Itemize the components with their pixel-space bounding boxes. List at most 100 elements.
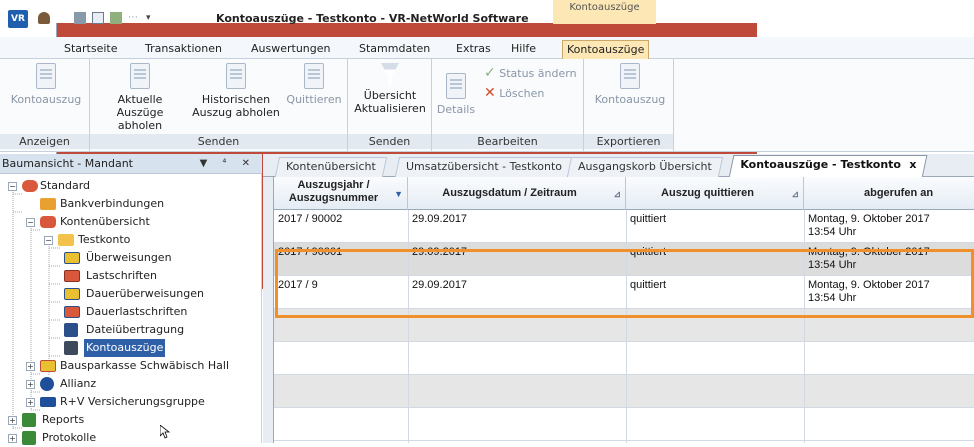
cell-abgerufen-date: Montag, 9. Oktober 2017 xyxy=(808,213,930,225)
tab-ausgangskorb[interactable]: Ausgangskorb Übersicht xyxy=(566,157,723,177)
bank-icon xyxy=(40,198,56,210)
statements-table: Auszugsjahr / Auszugsnummer ▼ Auszugsdatu… xyxy=(273,177,974,443)
kontoauszug-anzeigen-button[interactable]: Kontoauszug xyxy=(6,63,86,106)
column-separator xyxy=(804,210,805,443)
cell-nummer: 2017 / 90001 xyxy=(278,246,343,258)
sort-descending-icon[interactable]: ▼ xyxy=(394,189,403,199)
expand-icon[interactable]: + xyxy=(8,434,17,443)
app-logo-icon[interactable]: VR xyxy=(8,10,28,28)
menu-bar: Startseite Transaktionen Auswertungen St… xyxy=(0,37,974,59)
tree-item-label: Überweisungen xyxy=(86,251,172,264)
expand-icon[interactable]: + xyxy=(26,362,35,371)
column-header-auszugsdatum[interactable]: Auszugsdatum / Zeitraum ⊿ xyxy=(408,177,626,210)
tree-pane: Baumansicht - Mandant ▼ ⁴ ✕ − Standard B… xyxy=(0,154,262,445)
tab-startseite[interactable]: Startseite xyxy=(64,40,118,59)
cell-datum: 29.09.2017 xyxy=(412,246,468,258)
user-icon[interactable] xyxy=(38,12,50,24)
cell-abgerufen: Montag, 9. Oktober 2017 13:54 Uhr xyxy=(808,213,930,239)
ribbon-group-label: Bearbeiten xyxy=(432,134,583,149)
filter-icon[interactable]: ⊿ xyxy=(613,189,621,200)
tab-label: Kontenübersicht xyxy=(286,160,376,173)
standing-debit-icon xyxy=(64,306,80,318)
document-download-icon xyxy=(130,63,150,89)
tab-transaktionen[interactable]: Transaktionen xyxy=(145,40,222,59)
collapse-icon[interactable]: − xyxy=(44,236,53,245)
tree-item-label: Kontoauszüge xyxy=(84,339,166,357)
cell-abgerufen-time: 13:54 Uhr xyxy=(808,292,857,304)
tree-item-label: Kontenübersicht xyxy=(60,215,150,228)
filter-icon[interactable]: ⊿ xyxy=(791,189,799,200)
tab-extras[interactable]: Extras xyxy=(456,40,491,59)
ribbon-group-label: Senden xyxy=(348,134,431,149)
historische-label-1: Historischen xyxy=(201,93,271,106)
delete-icon: ✕ xyxy=(484,85,496,101)
aktuelle-auszuege-abholen-button[interactable]: Aktuelle Auszüge abholen xyxy=(94,63,186,132)
print-icon[interactable] xyxy=(74,12,86,24)
folder-icon xyxy=(58,234,74,246)
loeschen-label: Löschen xyxy=(499,87,545,100)
empty-table-row xyxy=(274,408,974,441)
collapse-icon[interactable]: − xyxy=(26,218,35,227)
tree-item-label: Testkonto xyxy=(78,233,131,246)
tree-item-label: Bausparkasse Schwäbisch Hall xyxy=(60,359,230,372)
column-header-abgerufen-an[interactable]: abgerufen an xyxy=(804,177,974,210)
expand-icon[interactable]: + xyxy=(26,380,35,389)
quick-access-dropdown-icon[interactable]: ▾ xyxy=(146,12,154,24)
statement-icon xyxy=(64,341,78,355)
tree-item-label: Dauerüberweisungen xyxy=(86,287,204,300)
tab-kontoauszuege[interactable]: Kontoauszüge xyxy=(562,40,650,59)
quittieren-button[interactable]: Quittieren xyxy=(284,63,344,106)
empty-table-row xyxy=(274,342,974,375)
column-separator xyxy=(408,210,409,443)
column-header-label: Auszugsjahr / xyxy=(297,179,370,191)
tree-item-label: Dauerlastschriften xyxy=(86,305,188,318)
cell-abgerufen-date: Montag, 9. Oktober 2017 xyxy=(808,246,930,258)
cell-datum: 29.09.2017 xyxy=(412,213,468,225)
collapse-icon[interactable]: − xyxy=(8,182,17,191)
tab-auswertungen[interactable]: Auswertungen xyxy=(251,40,331,59)
quittieren-label: Quittieren xyxy=(286,93,342,106)
tree-item-label: Standard xyxy=(40,179,91,192)
kontoauszug-exportieren-button[interactable]: Kontoauszug xyxy=(590,63,670,106)
column-header-auszugsnummer[interactable]: Auszugsjahr / Auszugsnummer ▼ xyxy=(274,177,408,210)
ribbon-group-senden: Aktuelle Auszüge abholen Historischen Au… xyxy=(90,59,348,151)
filter-icon xyxy=(381,63,399,85)
column-header-label: abgerufen an xyxy=(864,187,934,199)
cell-datum: 29.09.2017 xyxy=(412,279,468,291)
cell-abgerufen-time: 13:54 Uhr xyxy=(808,226,857,238)
ribbon-group-exportieren: Kontoauszug Exportieren xyxy=(584,59,674,151)
uebersicht-aktualisieren-button[interactable]: Übersicht Aktualisieren xyxy=(352,63,428,115)
aktuelle-label-1: Aktuelle Auszüge xyxy=(116,93,164,119)
details-button[interactable]: Details xyxy=(436,73,476,116)
tab-hilfe[interactable]: Hilfe xyxy=(511,40,536,59)
status-aendern-button[interactable]: ✓ Status ändern xyxy=(484,65,577,81)
tab-kontenuebersicht[interactable]: Kontenübersicht xyxy=(274,157,387,177)
table-row[interactable]: 2017 / 9 29.09.2017 quittiert Montag, 9.… xyxy=(274,276,974,309)
tab-umsatzuebersicht[interactable]: Umsatzübersicht - Testkonto xyxy=(394,157,574,177)
main-area: Kontenübersicht Umsatzübersicht - Testko… xyxy=(263,154,974,443)
empty-table-row xyxy=(274,375,974,408)
expand-icon[interactable]: + xyxy=(8,416,17,425)
historischen-auszug-abholen-button[interactable]: Historischen Auszug abholen xyxy=(192,63,280,119)
title-bar: VR ⋯ ▾ Kontoauszüge - Testkonto - VR-Net… xyxy=(0,0,974,289)
tree-item-label: Bankverbindungen xyxy=(60,197,165,210)
loeschen-button[interactable]: ✕ Löschen xyxy=(484,85,544,101)
status-aendern-label: Status ändern xyxy=(499,67,577,80)
cell-abgerufen-date: Montag, 9. Oktober 2017 xyxy=(808,279,930,291)
tab-kontoauszuege-testkonto[interactable]: Kontoauszüge - Testkonto x xyxy=(728,155,928,178)
direct-debit-icon xyxy=(64,270,80,282)
expand-icon[interactable]: + xyxy=(26,398,35,407)
close-tab-icon[interactable]: x xyxy=(909,156,916,174)
tab-label: Umsatzübersicht - Testkonto xyxy=(406,160,563,173)
ribbon-group-bearbeiten: Details ✓ Status ändern ✕ Löschen Bearbe… xyxy=(432,59,584,151)
table-row[interactable]: 2017 / 90002 29.09.2017 quittiert Montag… xyxy=(274,210,974,243)
column-header-auszug-quittieren[interactable]: Auszug quittieren ⊿ xyxy=(626,177,804,210)
table-row[interactable]: 2017 / 90001 29.09.2017 quittiert Montag… xyxy=(274,243,974,276)
mouse-cursor-icon xyxy=(160,425,170,439)
more-icon[interactable]: ⋯ xyxy=(128,12,142,24)
cards-icon[interactable] xyxy=(110,12,122,24)
tab-stammdaten[interactable]: Stammdaten xyxy=(359,40,430,59)
print-preview-icon[interactable] xyxy=(92,12,104,24)
kontoauszug-anzeigen-label: Kontoauszug xyxy=(10,93,82,106)
document-tabs: Kontenübersicht Umsatzübersicht - Testko… xyxy=(263,154,974,178)
